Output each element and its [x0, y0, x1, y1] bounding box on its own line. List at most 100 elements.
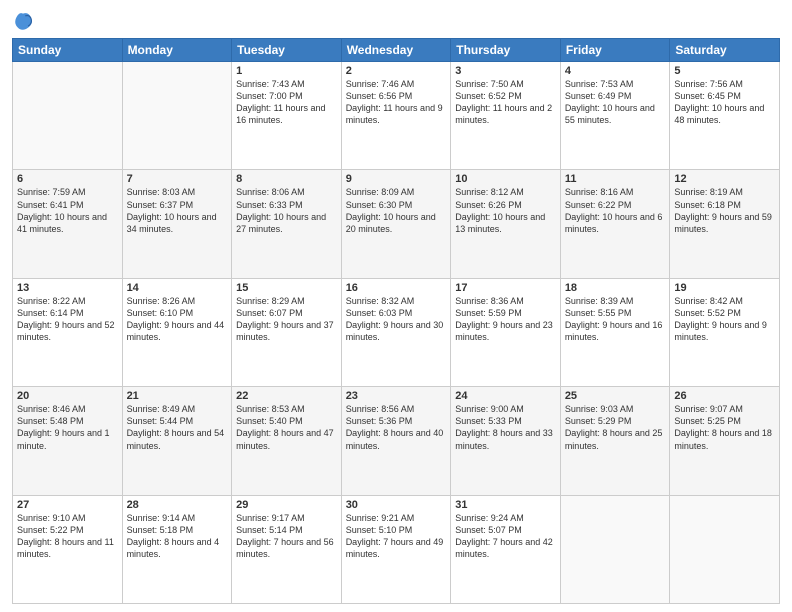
weekday-header: Monday — [122, 39, 232, 62]
day-number: 23 — [346, 390, 447, 402]
cell-daylight: Daylight: 8 hours and 33 minutes. — [455, 428, 553, 450]
cell-sunset: Sunset: 6:30 PM — [346, 200, 413, 210]
cell-sunrise: Sunrise: 8:09 AM — [346, 187, 415, 197]
calendar-cell: 15 Sunrise: 8:29 AM Sunset: 6:07 PM Dayl… — [232, 278, 342, 386]
cell-sunset: Sunset: 5:40 PM — [236, 416, 303, 426]
cell-daylight: Daylight: 11 hours and 9 minutes. — [346, 103, 443, 125]
calendar-cell: 20 Sunrise: 8:46 AM Sunset: 5:48 PM Dayl… — [13, 387, 123, 495]
day-number: 7 — [127, 173, 228, 185]
day-number: 13 — [17, 282, 118, 294]
cell-sunset: Sunset: 6:45 PM — [674, 91, 741, 101]
cell-sunset: Sunset: 5:44 PM — [127, 416, 194, 426]
day-number: 21 — [127, 390, 228, 402]
cell-sunset: Sunset: 5:48 PM — [17, 416, 84, 426]
calendar-cell: 28 Sunrise: 9:14 AM Sunset: 5:18 PM Dayl… — [122, 495, 232, 603]
cell-daylight: Daylight: 9 hours and 30 minutes. — [346, 320, 444, 342]
weekday-header: Friday — [560, 39, 670, 62]
cell-sunset: Sunset: 5:22 PM — [17, 525, 84, 535]
day-number: 6 — [17, 173, 118, 185]
day-number: 27 — [17, 499, 118, 511]
cell-daylight: Daylight: 10 hours and 55 minutes. — [565, 103, 655, 125]
cell-daylight: Daylight: 10 hours and 6 minutes. — [565, 212, 663, 234]
weekday-header: Sunday — [13, 39, 123, 62]
cell-daylight: Daylight: 8 hours and 40 minutes. — [346, 428, 444, 450]
calendar-cell: 21 Sunrise: 8:49 AM Sunset: 5:44 PM Dayl… — [122, 387, 232, 495]
cell-daylight: Daylight: 9 hours and 52 minutes. — [17, 320, 115, 342]
day-number: 1 — [236, 65, 337, 77]
calendar-cell: 6 Sunrise: 7:59 AM Sunset: 6:41 PM Dayli… — [13, 170, 123, 278]
calendar-cell: 5 Sunrise: 7:56 AM Sunset: 6:45 PM Dayli… — [670, 62, 780, 170]
cell-sunset: Sunset: 5:36 PM — [346, 416, 413, 426]
cell-sunrise: Sunrise: 8:22 AM — [17, 296, 86, 306]
cell-sunset: Sunset: 5:52 PM — [674, 308, 741, 318]
day-number: 9 — [346, 173, 447, 185]
calendar-cell: 30 Sunrise: 9:21 AM Sunset: 5:10 PM Dayl… — [341, 495, 451, 603]
day-number: 5 — [674, 65, 775, 77]
cell-sunset: Sunset: 6:22 PM — [565, 200, 632, 210]
cell-sunrise: Sunrise: 8:49 AM — [127, 404, 196, 414]
calendar-cell — [670, 495, 780, 603]
day-number: 11 — [565, 173, 666, 185]
cell-daylight: Daylight: 8 hours and 18 minutes. — [674, 428, 772, 450]
day-number: 22 — [236, 390, 337, 402]
logo — [12, 10, 36, 32]
calendar-cell: 22 Sunrise: 8:53 AM Sunset: 5:40 PM Dayl… — [232, 387, 342, 495]
calendar-cell: 19 Sunrise: 8:42 AM Sunset: 5:52 PM Dayl… — [670, 278, 780, 386]
cell-sunrise: Sunrise: 8:42 AM — [674, 296, 743, 306]
cell-daylight: Daylight: 8 hours and 54 minutes. — [127, 428, 225, 450]
cell-sunrise: Sunrise: 7:46 AM — [346, 79, 415, 89]
cell-daylight: Daylight: 8 hours and 11 minutes. — [17, 537, 114, 559]
logo-icon — [12, 10, 34, 32]
cell-sunrise: Sunrise: 8:19 AM — [674, 187, 743, 197]
day-number: 30 — [346, 499, 447, 511]
cell-sunrise: Sunrise: 9:00 AM — [455, 404, 524, 414]
cell-sunrise: Sunrise: 8:26 AM — [127, 296, 196, 306]
calendar-cell: 18 Sunrise: 8:39 AM Sunset: 5:55 PM Dayl… — [560, 278, 670, 386]
cell-sunrise: Sunrise: 8:06 AM — [236, 187, 305, 197]
calendar-cell: 9 Sunrise: 8:09 AM Sunset: 6:30 PM Dayli… — [341, 170, 451, 278]
cell-sunset: Sunset: 6:52 PM — [455, 91, 522, 101]
cell-sunrise: Sunrise: 7:50 AM — [455, 79, 524, 89]
cell-sunset: Sunset: 5:55 PM — [565, 308, 632, 318]
calendar-cell: 1 Sunrise: 7:43 AM Sunset: 7:00 PM Dayli… — [232, 62, 342, 170]
day-number: 24 — [455, 390, 556, 402]
day-number: 25 — [565, 390, 666, 402]
cell-daylight: Daylight: 10 hours and 13 minutes. — [455, 212, 545, 234]
day-number: 18 — [565, 282, 666, 294]
weekday-header: Thursday — [451, 39, 561, 62]
cell-sunrise: Sunrise: 8:46 AM — [17, 404, 86, 414]
cell-sunset: Sunset: 5:18 PM — [127, 525, 194, 535]
cell-sunrise: Sunrise: 7:56 AM — [674, 79, 743, 89]
cell-daylight: Daylight: 11 hours and 2 minutes. — [455, 103, 552, 125]
cell-sunset: Sunset: 6:33 PM — [236, 200, 303, 210]
weekday-header: Tuesday — [232, 39, 342, 62]
weekday-header: Saturday — [670, 39, 780, 62]
cell-daylight: Daylight: 9 hours and 16 minutes. — [565, 320, 663, 342]
day-number: 29 — [236, 499, 337, 511]
calendar-cell: 2 Sunrise: 7:46 AM Sunset: 6:56 PM Dayli… — [341, 62, 451, 170]
cell-sunset: Sunset: 6:03 PM — [346, 308, 413, 318]
cell-daylight: Daylight: 7 hours and 56 minutes. — [236, 537, 334, 559]
cell-sunrise: Sunrise: 9:10 AM — [17, 513, 86, 523]
day-number: 8 — [236, 173, 337, 185]
page: SundayMondayTuesdayWednesdayThursdayFrid… — [0, 0, 792, 612]
cell-sunset: Sunset: 6:49 PM — [565, 91, 632, 101]
cell-daylight: Daylight: 10 hours and 34 minutes. — [127, 212, 217, 234]
cell-sunset: Sunset: 5:33 PM — [455, 416, 522, 426]
cell-sunset: Sunset: 5:29 PM — [565, 416, 632, 426]
cell-daylight: Daylight: 9 hours and 59 minutes. — [674, 212, 772, 234]
calendar-week-row: 13 Sunrise: 8:22 AM Sunset: 6:14 PM Dayl… — [13, 278, 780, 386]
day-number: 26 — [674, 390, 775, 402]
cell-sunset: Sunset: 6:18 PM — [674, 200, 741, 210]
calendar-cell: 26 Sunrise: 9:07 AM Sunset: 5:25 PM Dayl… — [670, 387, 780, 495]
cell-sunrise: Sunrise: 7:53 AM — [565, 79, 634, 89]
calendar-week-row: 20 Sunrise: 8:46 AM Sunset: 5:48 PM Dayl… — [13, 387, 780, 495]
cell-sunrise: Sunrise: 7:43 AM — [236, 79, 305, 89]
calendar-cell: 13 Sunrise: 8:22 AM Sunset: 6:14 PM Dayl… — [13, 278, 123, 386]
calendar-cell: 14 Sunrise: 8:26 AM Sunset: 6:10 PM Dayl… — [122, 278, 232, 386]
cell-sunrise: Sunrise: 8:16 AM — [565, 187, 634, 197]
cell-daylight: Daylight: 11 hours and 16 minutes. — [236, 103, 325, 125]
calendar-cell: 10 Sunrise: 8:12 AM Sunset: 6:26 PM Dayl… — [451, 170, 561, 278]
cell-sunset: Sunset: 5:10 PM — [346, 525, 413, 535]
day-number: 31 — [455, 499, 556, 511]
